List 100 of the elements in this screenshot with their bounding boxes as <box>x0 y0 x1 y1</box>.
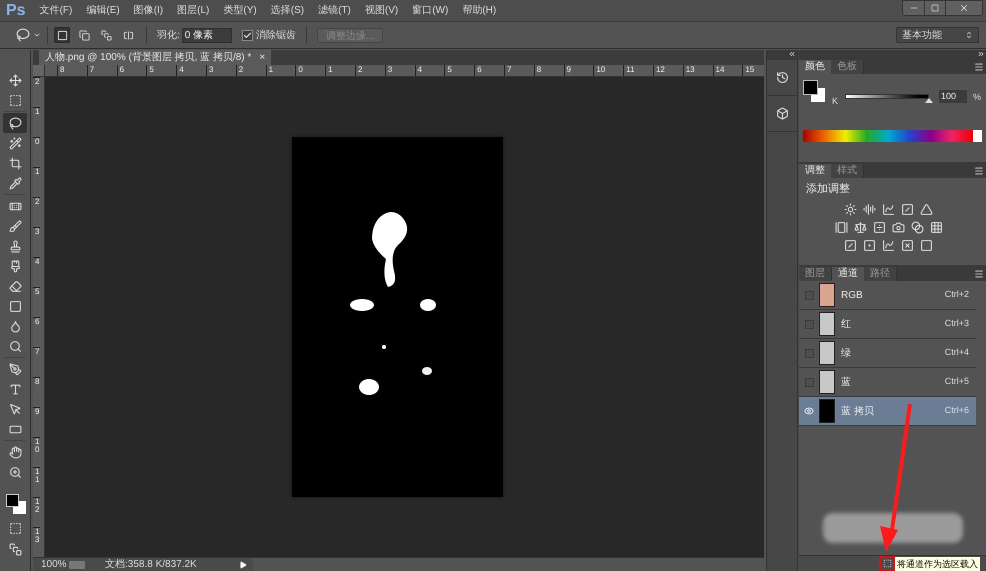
color-spectrum[interactable] <box>803 130 982 142</box>
panel-tab[interactable]: 通道 <box>832 267 864 281</box>
sun-icon[interactable] <box>844 202 857 216</box>
lasso-icon[interactable] <box>16 28 30 42</box>
menu-item[interactable]: 图层(L) <box>177 3 210 18</box>
channel-shortcut: Ctrl+2 <box>944 288 969 302</box>
app-logo: Ps <box>6 2 26 18</box>
screen-mode-icon[interactable] <box>8 543 22 556</box>
tab-close-button[interactable]: × <box>259 50 266 65</box>
menu-item[interactable]: 窗口(W) <box>412 3 448 18</box>
panel-tab[interactable]: 图层 <box>799 267 832 281</box>
maximize-button[interactable] <box>925 1 946 15</box>
feather-field[interactable]: 0 像素 <box>182 28 232 42</box>
triangle-icon[interactable] <box>920 202 933 216</box>
channel-shortcut: Ctrl+4 <box>944 346 969 360</box>
anti-alias-label: 消除锯齿 <box>256 28 296 42</box>
add-selection-icon <box>78 30 90 40</box>
zoom-level: 100% <box>41 558 68 571</box>
channel-row[interactable]: 绿 Ctrl+4 <box>799 339 976 368</box>
visibility-checkbox[interactable] <box>804 378 814 386</box>
grid-icon[interactable] <box>930 220 942 234</box>
document-info: 文档:358.8 K/837.2K <box>105 558 197 571</box>
channel-shortcut: Ctrl+5 <box>944 375 969 388</box>
k-value-field[interactable]: 100 <box>939 90 967 103</box>
dot-square-icon[interactable] <box>863 238 876 252</box>
menu-item[interactable]: 视图(V) <box>364 3 398 18</box>
status-icon <box>69 560 85 568</box>
cross-square-icon[interactable] <box>901 238 914 252</box>
menu-item[interactable]: 文件(F) <box>40 3 72 18</box>
panel-tab[interactable]: 路径 <box>864 267 897 281</box>
circles-icon[interactable] <box>910 220 924 234</box>
menu-item[interactable]: 图像(I) <box>134 3 164 18</box>
horizontal-scrollbar[interactable] <box>252 558 764 571</box>
channel-row[interactable]: 蓝 Ctrl+5 <box>799 368 976 397</box>
visibility-checkbox[interactable] <box>804 348 814 358</box>
subtract-selection-icon <box>100 30 112 40</box>
eye-icon[interactable] <box>804 406 814 416</box>
maximize-icon <box>931 4 939 12</box>
close-icon <box>959 3 969 13</box>
panel-tab[interactable]: 样式 <box>831 164 864 178</box>
wave-icon[interactable] <box>882 238 895 252</box>
intersect-selection-icon <box>122 30 134 40</box>
gradient-square-icon[interactable] <box>920 238 933 252</box>
slider-thumb[interactable] <box>925 98 933 103</box>
lasso-icon[interactable] <box>3 113 27 133</box>
menu-item[interactable]: 类型(Y) <box>223 3 257 18</box>
channel-thumbnail <box>819 312 835 336</box>
percent-label: % <box>973 91 982 104</box>
channel-name: 蓝 拷贝 <box>841 404 874 418</box>
channel-thumbnail <box>819 370 835 394</box>
panel-menu-icon[interactable] <box>974 62 984 72</box>
history-icon[interactable] <box>776 71 788 84</box>
updown-icon <box>965 31 973 39</box>
square-icon <box>56 30 68 40</box>
gallery-icon[interactable] <box>834 220 848 234</box>
channel-row[interactable]: 红 Ctrl+3 <box>799 310 976 339</box>
channel-name: 绿 <box>841 346 851 360</box>
panel-tab[interactable]: 调整 <box>799 164 831 178</box>
levels-icon[interactable] <box>863 202 876 216</box>
panel-tab[interactable]: 色板 <box>831 60 864 74</box>
quick-mask-icon[interactable] <box>8 522 22 535</box>
channel-row[interactable]: 蓝 拷贝 Ctrl+6 <box>799 397 976 426</box>
slash-square-icon[interactable] <box>844 238 857 252</box>
document-tab[interactable]: 人物.png @ 100% (背景图层 拷贝, 蓝 拷贝/8) * × <box>39 50 272 65</box>
color-swatches-icon[interactable] <box>803 80 825 102</box>
channel-label: K <box>832 95 838 108</box>
tooltip: 将通道作为选区载入 <box>895 556 980 570</box>
feather-label: 羽化: <box>157 28 180 42</box>
collapse-icon[interactable] <box>788 50 796 58</box>
expand-icon[interactable] <box>977 50 985 58</box>
vertical-ruler: 2 1 0 1 2 3 4 5 6 7 8 9 10 11 12 13 <box>33 77 45 557</box>
channel-row[interactable]: RGB Ctrl+2 <box>799 281 976 310</box>
play-icon[interactable] <box>238 560 247 568</box>
cube-icon[interactable] <box>776 107 788 120</box>
caret-icon[interactable] <box>33 31 41 39</box>
visibility-checkbox[interactable] <box>804 290 814 300</box>
square-button[interactable] <box>54 27 70 43</box>
curves-icon[interactable] <box>882 202 895 216</box>
visibility-checkbox[interactable] <box>804 320 814 328</box>
minimize-button[interactable] <box>903 1 925 15</box>
dashed-square-icon <box>882 559 892 568</box>
channel-name: 蓝 <box>841 376 851 390</box>
balance-icon[interactable] <box>854 220 866 234</box>
channel-thumbnail <box>819 341 835 365</box>
exposure-icon[interactable] <box>901 202 914 216</box>
channel-shortcut: Ctrl+6 <box>944 404 969 418</box>
camera-icon[interactable] <box>892 220 904 234</box>
panel-tab[interactable]: 颜色 <box>799 60 831 74</box>
split-square-icon[interactable] <box>872 220 886 234</box>
channel-name: RGB <box>841 288 863 302</box>
panel-menu-icon[interactable] <box>974 269 984 279</box>
menu-item[interactable]: 选择(S) <box>270 3 304 18</box>
menu-item[interactable]: 编辑(E) <box>86 3 120 18</box>
menu-item[interactable]: 滤镜(T) <box>318 3 351 18</box>
channel-thumbnail <box>819 283 835 307</box>
panel-menu-icon[interactable] <box>974 166 984 176</box>
panel-heading: 添加调整 <box>806 182 851 197</box>
workspace-select[interactable]: 基本功能 <box>896 27 979 43</box>
anti-alias-checkbox[interactable] <box>242 30 253 40</box>
menu-item[interactable]: 帮助(H) <box>462 3 496 18</box>
